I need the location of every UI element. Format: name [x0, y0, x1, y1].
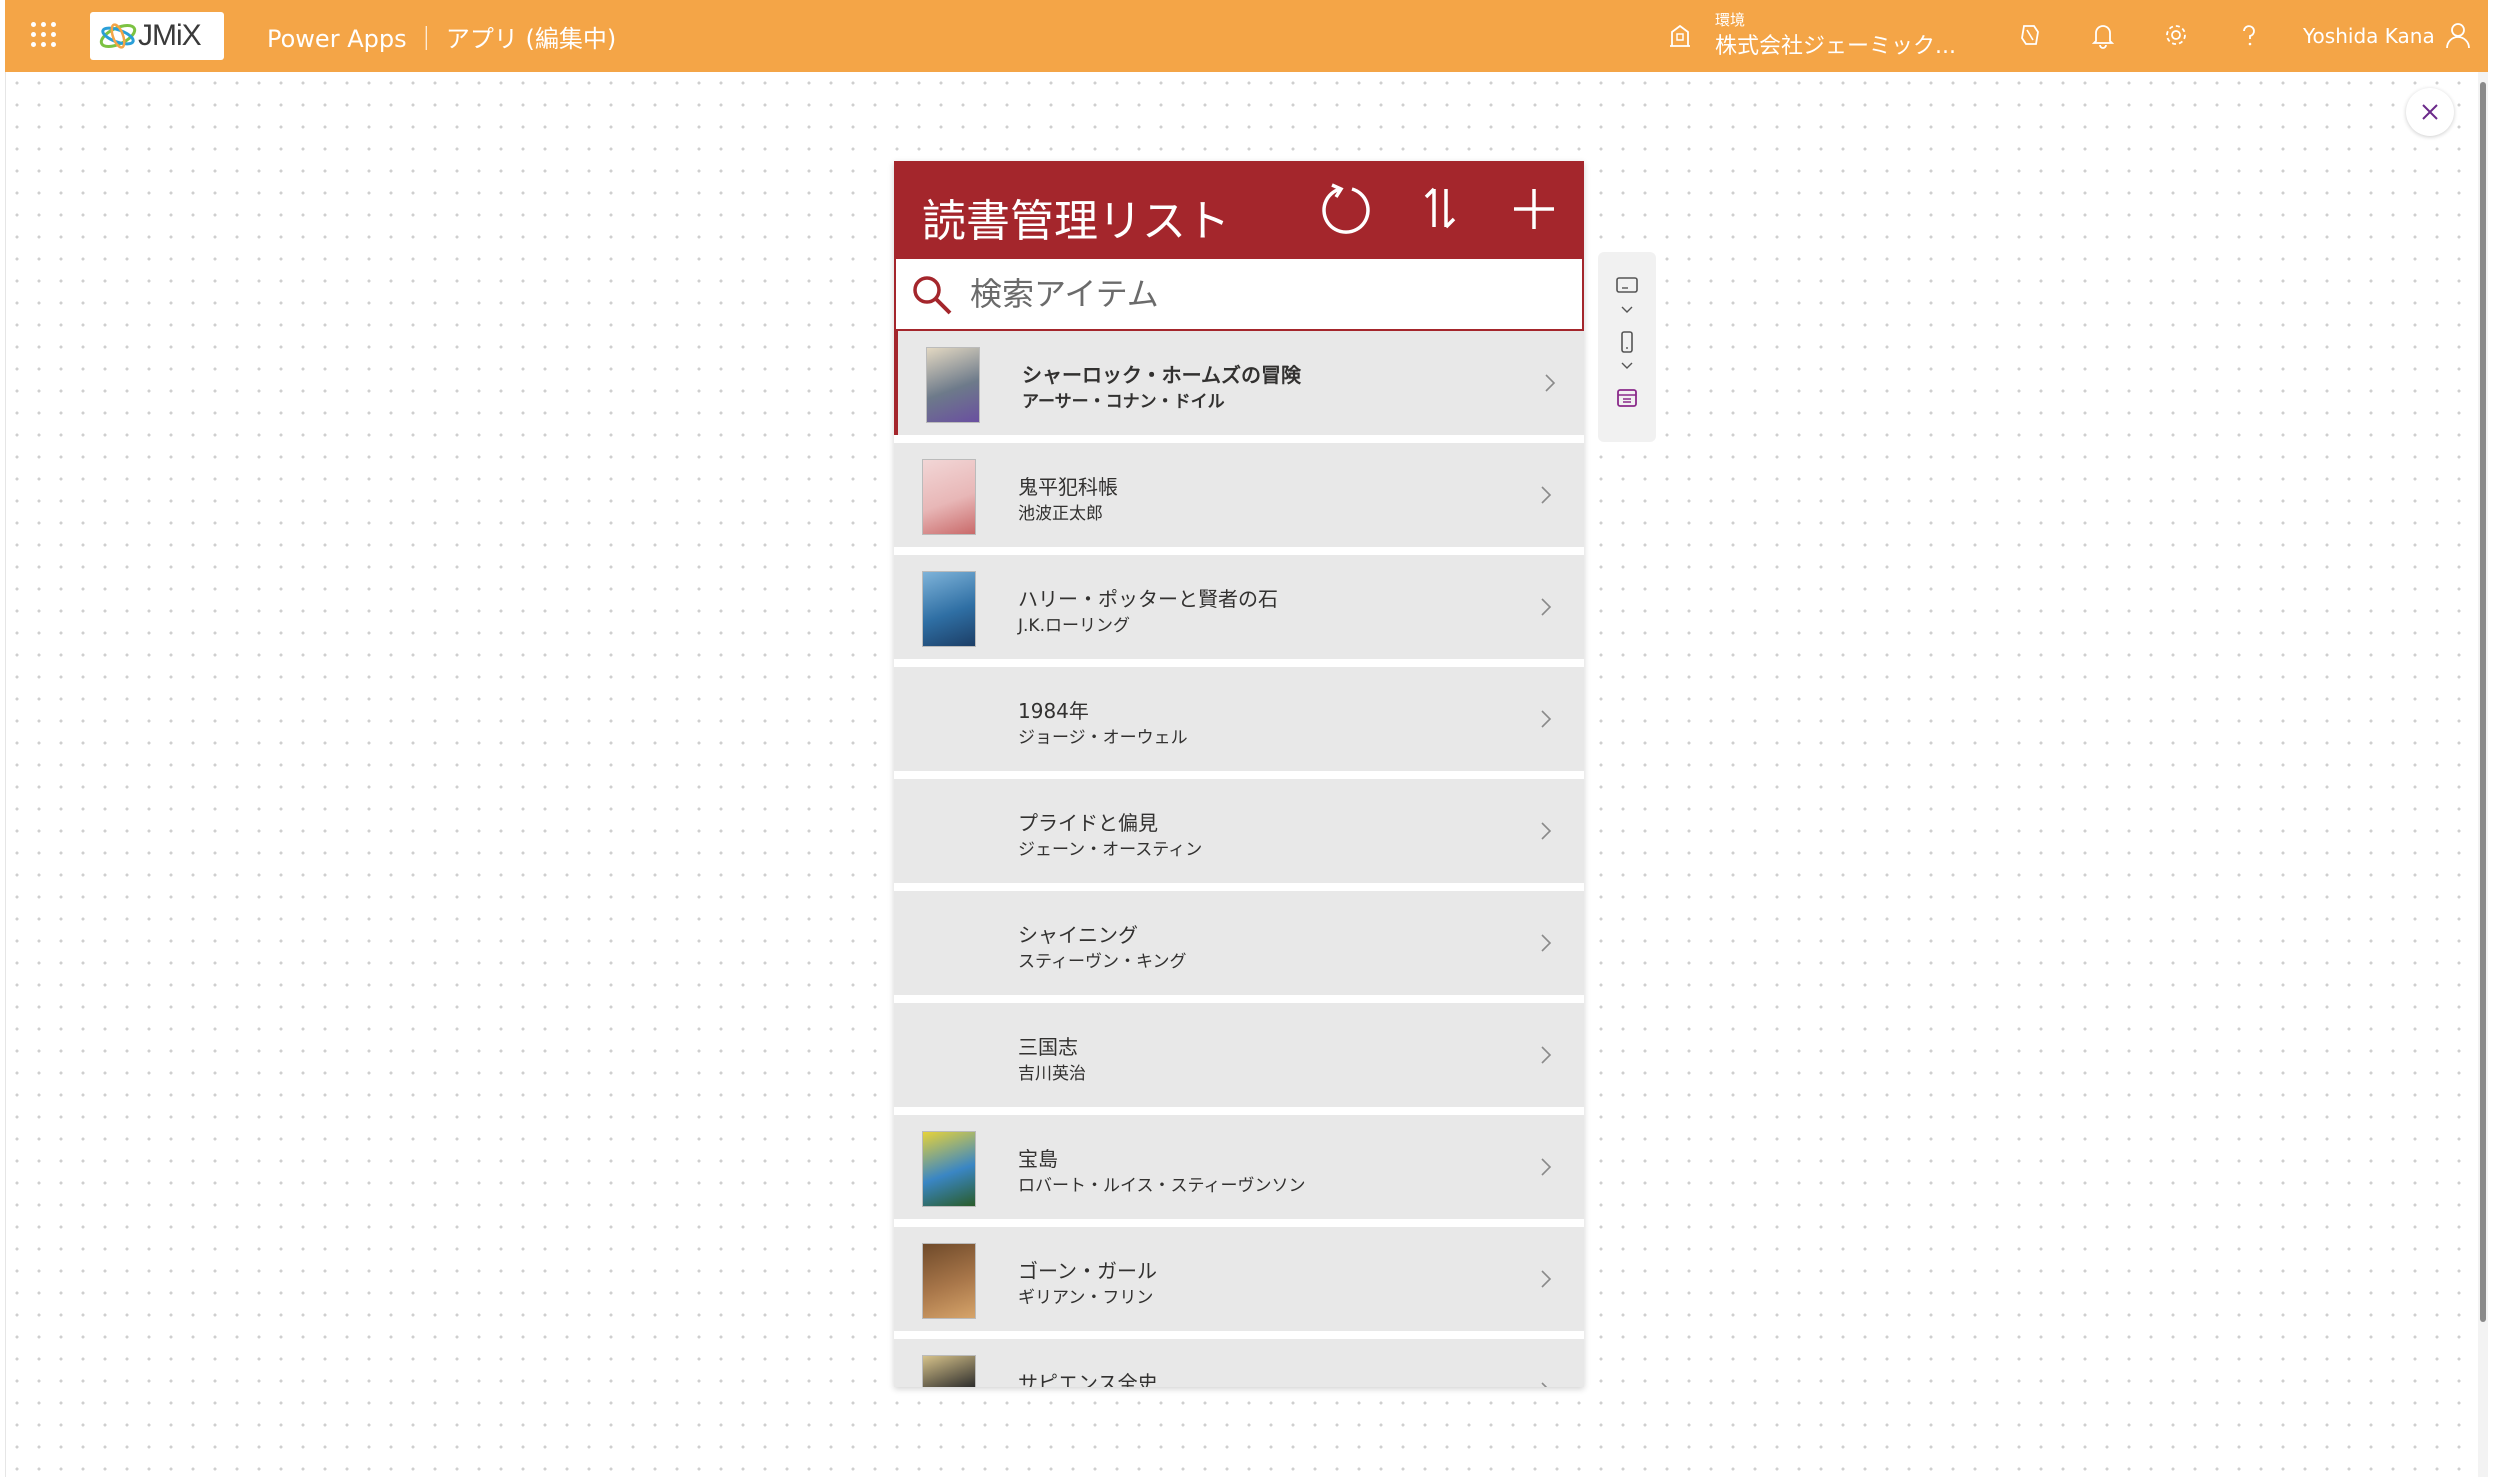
list-item[interactable]: ゴーン・ガールギリアン・フリン — [894, 1227, 1584, 1331]
close-icon — [2422, 104, 2438, 120]
copilot-icon[interactable] — [2015, 20, 2045, 50]
chevron-right-icon[interactable] — [1534, 1041, 1558, 1069]
book-author: アーサー・コナン・ドイル — [1022, 392, 1225, 412]
book-title: 宝島 — [1018, 1147, 1058, 1171]
logo-swirl-icon — [99, 23, 137, 49]
side-toolbar — [1598, 252, 1656, 442]
book-title: プライドと偏見 — [1018, 811, 1158, 835]
book-cover-image — [922, 1131, 976, 1207]
phone-icon[interactable] — [1615, 330, 1639, 354]
chevron-down-icon[interactable] — [1615, 354, 1639, 378]
list-item[interactable]: 1984年ジョージ・オーウェル — [894, 667, 1584, 771]
environment-label: 環境 — [1715, 11, 1746, 29]
book-author: スティーヴン・キング — [1018, 952, 1187, 972]
chevron-right-icon[interactable] — [1534, 705, 1558, 733]
list-item[interactable]: シャイニングスティーヴン・キング — [894, 891, 1584, 995]
book-title: サピエンス全史 — [1018, 1371, 1158, 1387]
book-author: 池波正太郎 — [1018, 504, 1103, 524]
search-input[interactable] — [970, 269, 1560, 319]
book-cover-image — [922, 1355, 976, 1387]
chevron-right-icon[interactable] — [1534, 593, 1558, 621]
refresh-icon — [1322, 183, 1370, 234]
book-cover-image — [926, 347, 980, 423]
chevron-right-icon[interactable] — [1534, 929, 1558, 957]
book-author: J.K.ローリング — [1018, 616, 1130, 636]
chevron-right-icon[interactable] — [1534, 1265, 1558, 1293]
book-title: ハリー・ポッターと賢者の石 — [1018, 587, 1278, 611]
company-logo: JMiX — [90, 12, 224, 60]
close-button[interactable] — [2406, 88, 2454, 136]
user-icon[interactable] — [2443, 20, 2473, 50]
list-item[interactable]: 鬼平犯科帳池波正太郎 — [894, 443, 1584, 547]
book-author: ジェーン・オースティン — [1018, 840, 1203, 860]
app-header: 読書管理リスト — [894, 161, 1584, 257]
help-icon[interactable] — [2234, 20, 2264, 50]
app-header-title: 読書管理リスト — [922, 196, 1230, 247]
environment-icon[interactable] — [1667, 22, 1693, 48]
search-icon — [913, 276, 952, 315]
sort-button[interactable] — [1412, 181, 1468, 237]
logo-text: JMiX — [138, 19, 202, 52]
book-cover-image — [922, 459, 976, 535]
book-cover-image — [922, 1243, 976, 1319]
list-item[interactable]: ハリー・ポッターと賢者の石 J.K.ローリング — [894, 555, 1584, 659]
chevron-right-icon[interactable] — [1534, 817, 1558, 845]
chevron-down-icon[interactable] — [1615, 298, 1639, 322]
refresh-button[interactable] — [1318, 181, 1374, 237]
chevron-right-icon[interactable] — [1538, 369, 1562, 397]
book-author: ギリアン・フリン — [1018, 1288, 1154, 1308]
scrollbar-thumb[interactable] — [2480, 82, 2486, 1322]
list-item[interactable]: プライドと偏見ジェーン・オースティン — [894, 779, 1584, 883]
add-icon — [1514, 189, 1554, 229]
app-screen: 読書管理リスト シャーロック・ホームズの冒険アーサー・コナン・ドイル鬼平犯科帳池… — [894, 161, 1584, 1387]
chevron-right-icon[interactable] — [1534, 1153, 1558, 1181]
book-title: 鬼平犯科帳 — [1018, 475, 1118, 499]
book-title: 三国志 — [1018, 1035, 1078, 1059]
top-bar: JMiX Power Apps ｜ アプリ (編集中) 環境 株式会社ジェーミッ… — [5, 0, 2488, 72]
app-title: Power Apps ｜ アプリ (編集中) — [267, 25, 617, 53]
book-title: 1984年 — [1018, 699, 1089, 723]
environment-name[interactable]: 株式会社ジェーミック... — [1715, 28, 1956, 60]
search-box — [894, 257, 1584, 331]
sort-icon — [1424, 187, 1456, 229]
book-gallery[interactable]: シャーロック・ホームズの冒険アーサー・コナン・ドイル鬼平犯科帳池波正太郎ハリー・… — [894, 331, 1584, 1387]
list-item[interactable]: シャーロック・ホームズの冒険アーサー・コナン・ドイル — [894, 331, 1584, 435]
add-button[interactable] — [1506, 181, 1562, 237]
chevron-right-icon[interactable] — [1534, 1377, 1558, 1387]
waffle-icon[interactable] — [31, 22, 57, 48]
list-item[interactable]: 三国志 吉川英治 — [894, 1003, 1584, 1107]
user-name[interactable]: Yoshida Kana — [2303, 24, 2435, 48]
comment-icon[interactable] — [1615, 274, 1639, 298]
chevron-right-icon[interactable] — [1534, 481, 1558, 509]
book-title: シャイニング — [1018, 923, 1138, 947]
book-cover-image — [922, 571, 976, 647]
book-author: 吉川英治 — [1018, 1064, 1086, 1084]
book-author: ジョージ・オーウェル — [1018, 728, 1188, 748]
list-item[interactable]: 宝島ロバート・ルイス・スティーヴンソン — [894, 1115, 1584, 1219]
gear-icon[interactable] — [2161, 20, 2191, 50]
list-item[interactable]: サピエンス全史 — [894, 1339, 1584, 1387]
table-icon[interactable] — [1615, 386, 1639, 410]
book-title: シャーロック・ホームズの冒険 — [1022, 363, 1301, 387]
book-title: ゴーン・ガール — [1018, 1259, 1157, 1283]
book-author: ロバート・ルイス・スティーヴンソン — [1018, 1176, 1306, 1196]
bell-icon[interactable] — [2088, 20, 2118, 50]
